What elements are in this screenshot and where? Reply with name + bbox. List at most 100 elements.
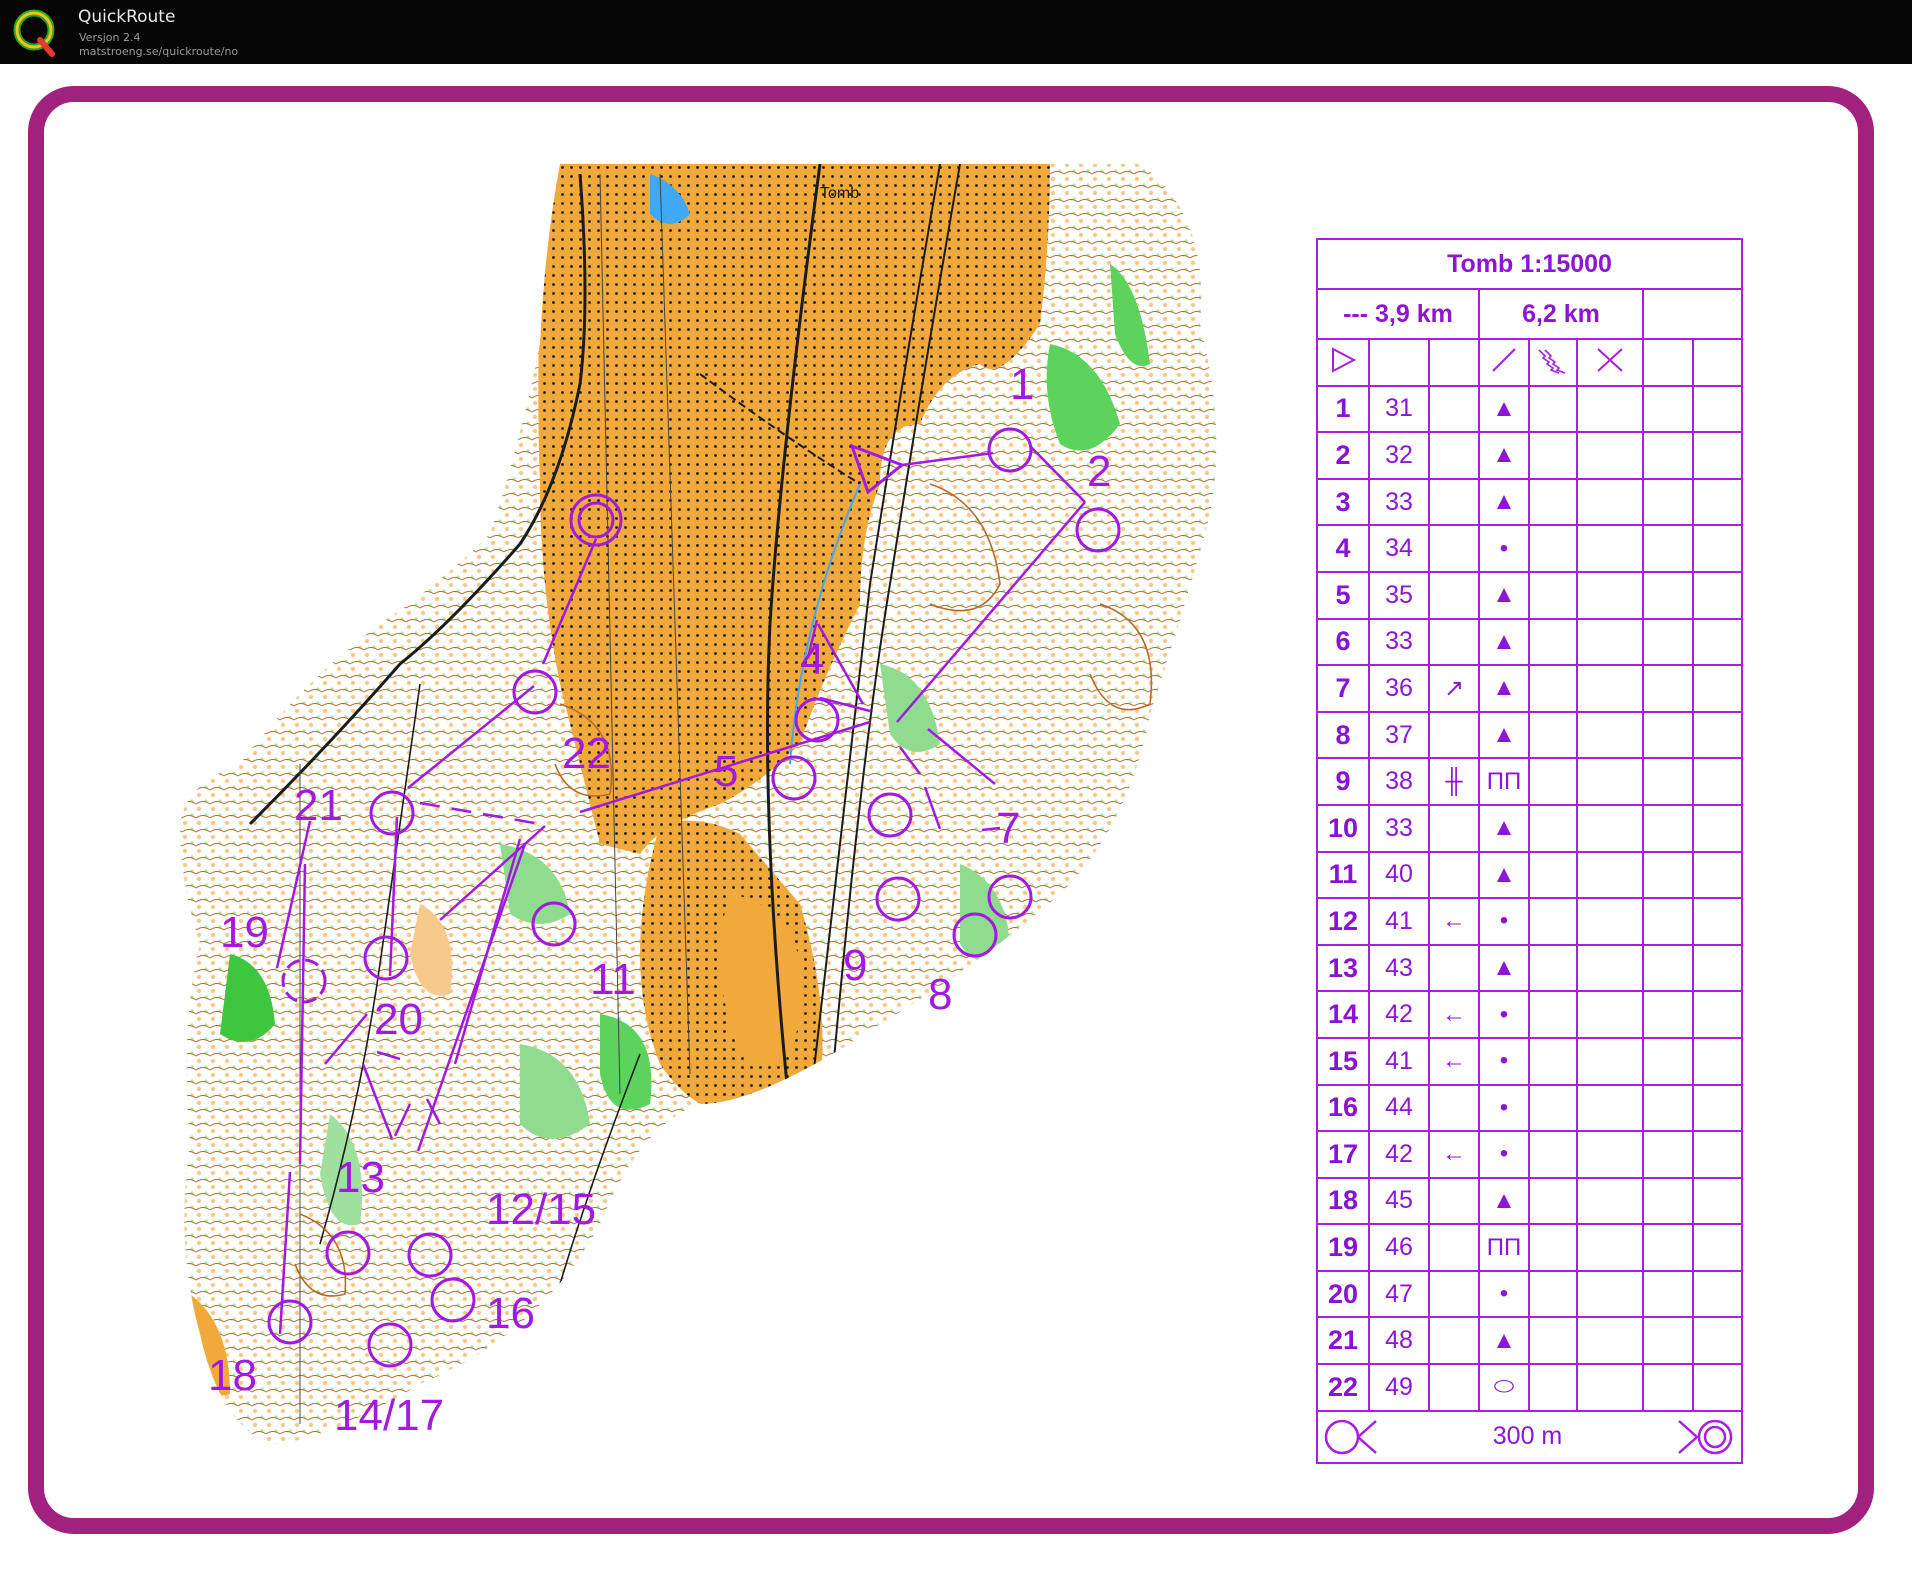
- feature-symbol: ▲: [1478, 664, 1530, 713]
- feature-symbol: ▲: [1478, 1316, 1530, 1366]
- direction-symbol: [1428, 1083, 1480, 1133]
- control-number: 4: [1316, 524, 1370, 573]
- zigzag-icon: [1528, 338, 1578, 387]
- direction-symbol: [1428, 524, 1480, 573]
- direction-symbol: [1428, 1223, 1480, 1272]
- control-label-12-15: 12/15: [486, 1185, 596, 1234]
- empty-cell: [1576, 1130, 1644, 1179]
- control-number: 17: [1316, 1130, 1370, 1179]
- legend-row: 2 32 ▲: [1316, 431, 1744, 480]
- empty-cell: [1576, 710, 1644, 760]
- control-number: 8: [1316, 710, 1370, 760]
- control-number: 16: [1316, 1083, 1370, 1133]
- legend-row: 16 44 •: [1316, 1083, 1744, 1133]
- direction-symbol: [1428, 477, 1480, 527]
- cross-icon: [1576, 338, 1644, 387]
- feature-symbol: •: [1478, 990, 1530, 1039]
- control-number: 21: [1316, 1316, 1370, 1366]
- control-description-sheet: Tomb 1:15000 --- 3,9 km 6,2 km 1 31 ▲ 2 …: [1315, 238, 1744, 1464]
- empty-cell: [1691, 710, 1744, 760]
- start-triangle-icon: [1316, 338, 1370, 387]
- finish-icon: [1678, 1419, 1733, 1454]
- app-url: matstroeng.se/quickroute/no: [79, 45, 239, 58]
- empty-cell: [1642, 617, 1694, 667]
- direction-symbol: ←: [1428, 1036, 1480, 1086]
- empty-cell: [1528, 803, 1578, 853]
- direction-symbol: [1428, 431, 1480, 480]
- control-code: 45: [1368, 1176, 1430, 1226]
- control-code: 42: [1368, 1130, 1430, 1179]
- empty-cell: [1576, 1083, 1644, 1133]
- direction-symbol: ←: [1428, 990, 1480, 1039]
- legend-row: 17 42 ← •: [1316, 1130, 1744, 1179]
- empty-cell: [1642, 710, 1694, 760]
- empty-cell: [1576, 1316, 1644, 1366]
- control-label-2: 2: [1087, 447, 1111, 496]
- empty-cell: [1576, 664, 1644, 713]
- control-number: 20: [1316, 1269, 1370, 1319]
- control-code: 42: [1368, 990, 1430, 1039]
- empty-cell: [1642, 990, 1694, 1039]
- legend-row: 18 45 ▲: [1316, 1176, 1744, 1226]
- empty-cell: [1528, 431, 1578, 480]
- app-version: Versjon 2.4: [79, 31, 141, 44]
- feature-symbol: ПП: [1478, 1223, 1530, 1272]
- last-control-icon: [1324, 1419, 1377, 1454]
- legend-row: 14 42 ← •: [1316, 990, 1744, 1039]
- empty-cell: [1576, 803, 1644, 853]
- empty-cell: [1528, 710, 1578, 760]
- feature-symbol: ▲: [1478, 431, 1530, 480]
- empty-cell: [1691, 1083, 1744, 1133]
- empty-cell: [1576, 1036, 1644, 1086]
- empty-cell: [1691, 897, 1744, 946]
- empty-cell: [1528, 943, 1578, 993]
- empty-cell: [1528, 570, 1578, 620]
- control-code: 48: [1368, 1316, 1430, 1366]
- control-label-4: 4: [800, 635, 824, 684]
- empty-cell: [1576, 943, 1644, 993]
- direction-symbol: [1428, 1363, 1480, 1412]
- empty-cell: [1642, 757, 1694, 806]
- empty-cell: [1691, 803, 1744, 853]
- control-number: 2: [1316, 431, 1370, 480]
- feature-symbol: ▲: [1478, 477, 1530, 527]
- legend-footer: 300 m: [1315, 1409, 1744, 1464]
- empty-cell: [1642, 850, 1694, 900]
- empty-cell: [1576, 850, 1644, 900]
- direction-symbol: [1428, 803, 1480, 853]
- map-canvas[interactable]: Tomb 1 2 4 5 7 8 9 11 12/15 13 14/17 16 …: [0, 64, 1912, 1572]
- direction-symbol: [1428, 1316, 1480, 1366]
- legend-length-long: 6,2 km: [1478, 288, 1644, 340]
- empty-cell: [1691, 990, 1744, 1039]
- feature-symbol: ▲: [1478, 1176, 1530, 1226]
- legend-row: 12 41 ← •: [1316, 897, 1744, 946]
- feature-symbol: ▲: [1478, 384, 1530, 434]
- direction-symbol: [1428, 943, 1480, 993]
- empty-cell: [1576, 1223, 1644, 1272]
- legend-row: 6 33 ▲: [1316, 617, 1744, 667]
- control-number: 15: [1316, 1036, 1370, 1086]
- feature-symbol: ▲: [1478, 943, 1530, 993]
- legend-row: 10 33 ▲: [1316, 803, 1744, 853]
- empty-cell: [1691, 617, 1744, 667]
- empty-cell: [1528, 990, 1578, 1039]
- direction-symbol: [1428, 1269, 1480, 1319]
- empty-cell: [1576, 617, 1644, 667]
- empty-cell: [1691, 1316, 1744, 1366]
- empty-cell: [1642, 384, 1694, 434]
- legend-row: 21 48 ▲: [1316, 1316, 1744, 1366]
- empty-cell: [1691, 1363, 1744, 1412]
- legend-rows: 1 31 ▲ 2 32 ▲ 3 33 ▲ 4 34 • 5 35 ▲ 6 33 ▲ 7 36 ↗ ▲ 8 37 ▲ 9 38 ╫ ПП 1…: [1316, 384, 1744, 1412]
- empty-cell: [1691, 431, 1744, 480]
- control-number: 13: [1316, 943, 1370, 993]
- feature-symbol: •: [1478, 1269, 1530, 1319]
- direction-symbol: ←: [1428, 897, 1480, 946]
- direction-symbol: [1428, 710, 1480, 760]
- empty-cell: [1642, 1316, 1694, 1366]
- legend-row: 5 35 ▲: [1316, 570, 1744, 620]
- empty-cell: [1642, 1176, 1694, 1226]
- feature-symbol: ПП: [1478, 757, 1530, 806]
- empty-cell: [1691, 757, 1744, 806]
- empty-cell: [1642, 1223, 1694, 1272]
- feature-symbol: ▲: [1478, 803, 1530, 853]
